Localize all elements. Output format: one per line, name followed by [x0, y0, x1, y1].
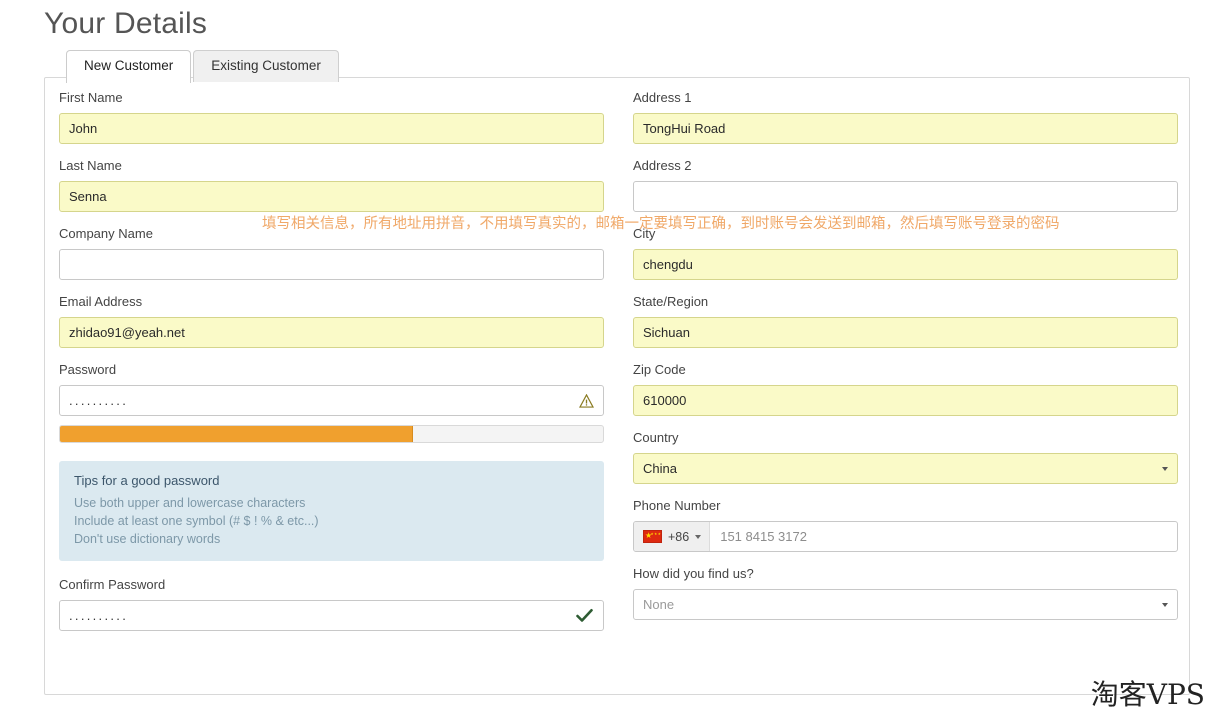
- field-state-region: State/Region Sichuan: [633, 294, 1193, 348]
- email-address-value: zhidao91@yeah.net: [69, 325, 185, 340]
- last-name-input[interactable]: Senna: [59, 181, 604, 212]
- email-address-input[interactable]: zhidao91@yeah.net: [59, 317, 604, 348]
- field-password: Password ..........: [59, 362, 619, 443]
- warning-triangle-icon: [579, 393, 594, 408]
- email-address-label: Email Address: [59, 294, 143, 309]
- details-form-panel: First Name John Last Name Senna Company …: [44, 77, 1190, 695]
- zip-code-value: 610000: [643, 393, 687, 408]
- first-name-input[interactable]: John: [59, 113, 604, 144]
- address-1-value: TongHui Road: [643, 121, 726, 136]
- field-referral-source: How did you find us? None: [633, 566, 1193, 620]
- field-address-1: Address 1 TongHui Road: [633, 90, 1193, 144]
- field-company-name: Company Name: [59, 226, 619, 280]
- field-phone-number: Phone Number +86 151 8415 3172: [633, 498, 1193, 552]
- china-flag-icon: [643, 529, 662, 543]
- check-mark-icon: [576, 608, 593, 622]
- password-tip-line: Don't use dictionary words: [74, 532, 221, 546]
- phone-number-input[interactable]: +86 151 8415 3172: [633, 521, 1178, 552]
- confirm-password-input[interactable]: ..........: [59, 600, 604, 631]
- company-name-label: Company Name: [59, 226, 153, 241]
- address-1-input[interactable]: TongHui Road: [633, 113, 1178, 144]
- tab-new-customer[interactable]: New Customer: [66, 50, 192, 83]
- password-tips-box: Tips for a good password Use both upper …: [59, 461, 604, 561]
- password-value: ..........: [69, 393, 129, 408]
- company-name-input[interactable]: [59, 249, 604, 280]
- watermark-text: 淘客VPS: [1090, 678, 1205, 711]
- chevron-down-icon: [1162, 602, 1168, 607]
- field-last-name: Last Name Senna: [59, 158, 619, 212]
- city-input[interactable]: chengdu: [633, 249, 1178, 280]
- field-zip-code: Zip Code 610000: [633, 362, 1193, 416]
- field-first-name: First Name John: [59, 90, 619, 144]
- address-2-input[interactable]: [633, 181, 1178, 212]
- phone-number-label: Phone Number: [633, 498, 721, 513]
- referral-source-label: How did you find us?: [633, 566, 754, 581]
- state-region-value: Sichuan: [643, 325, 690, 340]
- first-name-value: John: [69, 121, 98, 136]
- country-value: China: [643, 461, 677, 476]
- zip-code-label: Zip Code: [633, 362, 686, 377]
- form-left-column: First Name John Last Name Senna Company …: [59, 90, 619, 645]
- phone-dial-code: +86: [668, 529, 690, 544]
- password-strength-bar: [59, 425, 604, 443]
- password-input[interactable]: ..........: [59, 385, 604, 416]
- tab-existing-customer[interactable]: Existing Customer: [193, 50, 339, 82]
- last-name-label: Last Name: [59, 158, 122, 173]
- password-tip-line: Include at least one symbol (# $ ! % & e…: [74, 514, 319, 528]
- form-right-column: Address 1 TongHui Road Address 2 City ch…: [633, 90, 1193, 634]
- city-label: City: [633, 226, 656, 241]
- referral-source-select[interactable]: None: [633, 589, 1178, 620]
- field-confirm-password: Confirm Password ..........: [59, 577, 619, 631]
- page-title: Your Details: [44, 7, 208, 40]
- last-name-value: Senna: [69, 189, 107, 204]
- country-select[interactable]: China: [633, 453, 1178, 484]
- confirm-password-label: Confirm Password: [59, 577, 166, 592]
- password-label: Password: [59, 362, 117, 377]
- city-value: chengdu: [643, 257, 693, 272]
- address-2-label: Address 2: [633, 158, 692, 173]
- state-region-input[interactable]: Sichuan: [633, 317, 1178, 348]
- password-tips-heading: Tips for a good password: [74, 473, 220, 488]
- phone-country-selector[interactable]: +86: [634, 522, 711, 551]
- confirm-password-value: ..........: [69, 608, 129, 623]
- referral-source-value: None: [643, 597, 675, 612]
- field-address-2: Address 2: [633, 158, 1193, 212]
- country-label: Country: [633, 430, 679, 445]
- password-tip-line: Use both upper and lowercase characters: [74, 496, 306, 510]
- chevron-down-icon: [1162, 466, 1168, 471]
- phone-number-value: 151 8415 3172: [720, 529, 807, 544]
- address-1-label: Address 1: [633, 90, 692, 105]
- zip-code-input[interactable]: 610000: [633, 385, 1178, 416]
- field-city: City chengdu: [633, 226, 1193, 280]
- customer-type-tabs: New Customer Existing Customer: [66, 50, 339, 83]
- state-region-label: State/Region: [633, 294, 709, 309]
- first-name-label: First Name: [59, 90, 123, 105]
- registration-page: Your Details New Customer Existing Custo…: [0, 0, 1213, 714]
- field-email-address: Email Address zhidao91@yeah.net: [59, 294, 619, 348]
- chevron-down-icon: [695, 534, 702, 539]
- field-country: Country China: [633, 430, 1193, 484]
